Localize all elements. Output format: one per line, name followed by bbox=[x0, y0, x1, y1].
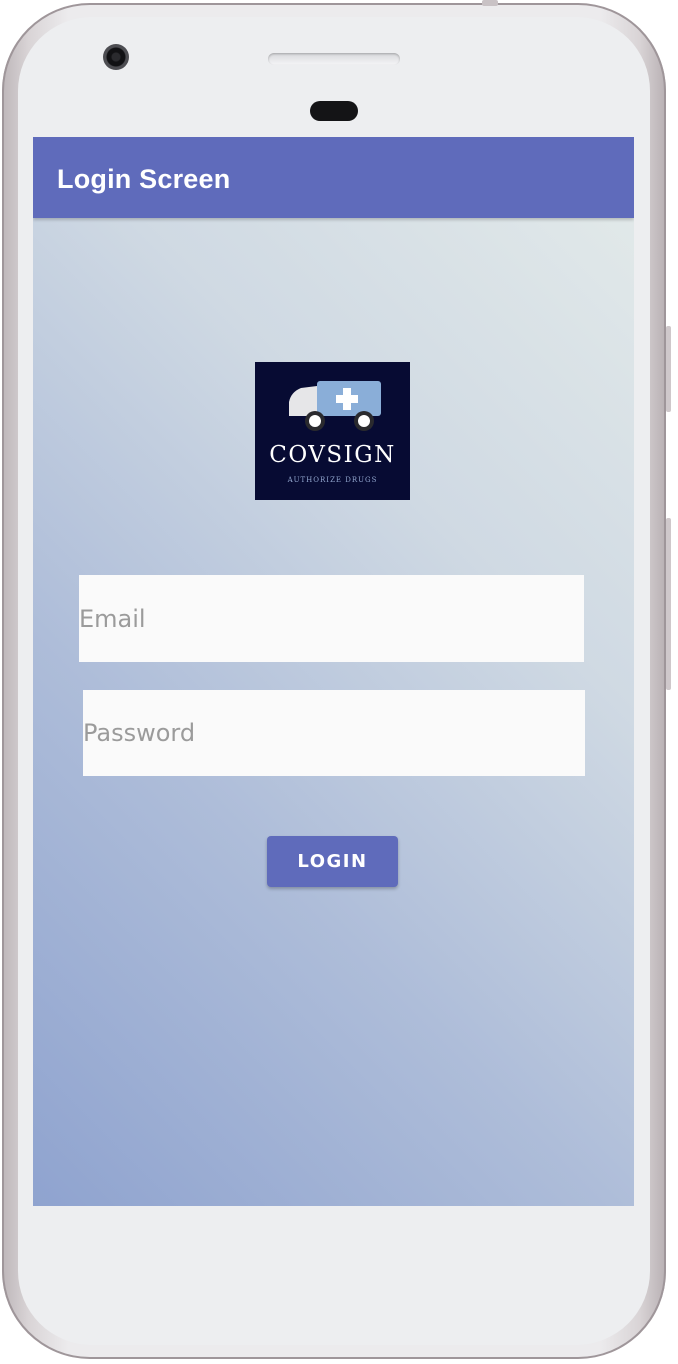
logo-name: COVSIGN bbox=[269, 442, 396, 468]
front-camera bbox=[103, 44, 129, 70]
password-field[interactable] bbox=[83, 690, 585, 776]
power-button bbox=[666, 518, 671, 690]
top-button bbox=[482, 0, 498, 6]
proximity-sensor bbox=[310, 101, 358, 121]
earpiece-speaker bbox=[268, 53, 400, 65]
login-button[interactable]: LOGIN bbox=[267, 836, 398, 887]
email-field[interactable] bbox=[79, 575, 584, 662]
covsign-logo: COVSIGN AUTHORIZE DRUGS bbox=[255, 362, 410, 500]
ambulance-icon bbox=[289, 381, 381, 431]
logo-tagline: AUTHORIZE DRUGS bbox=[287, 476, 378, 484]
volume-button bbox=[666, 326, 671, 412]
app-bar-title: Login Screen bbox=[57, 164, 231, 194]
app-screen: Login Screen COVSIGN AUTHORIZE DRUGS LOG… bbox=[33, 137, 634, 1206]
app-bar: Login Screen bbox=[33, 137, 634, 218]
